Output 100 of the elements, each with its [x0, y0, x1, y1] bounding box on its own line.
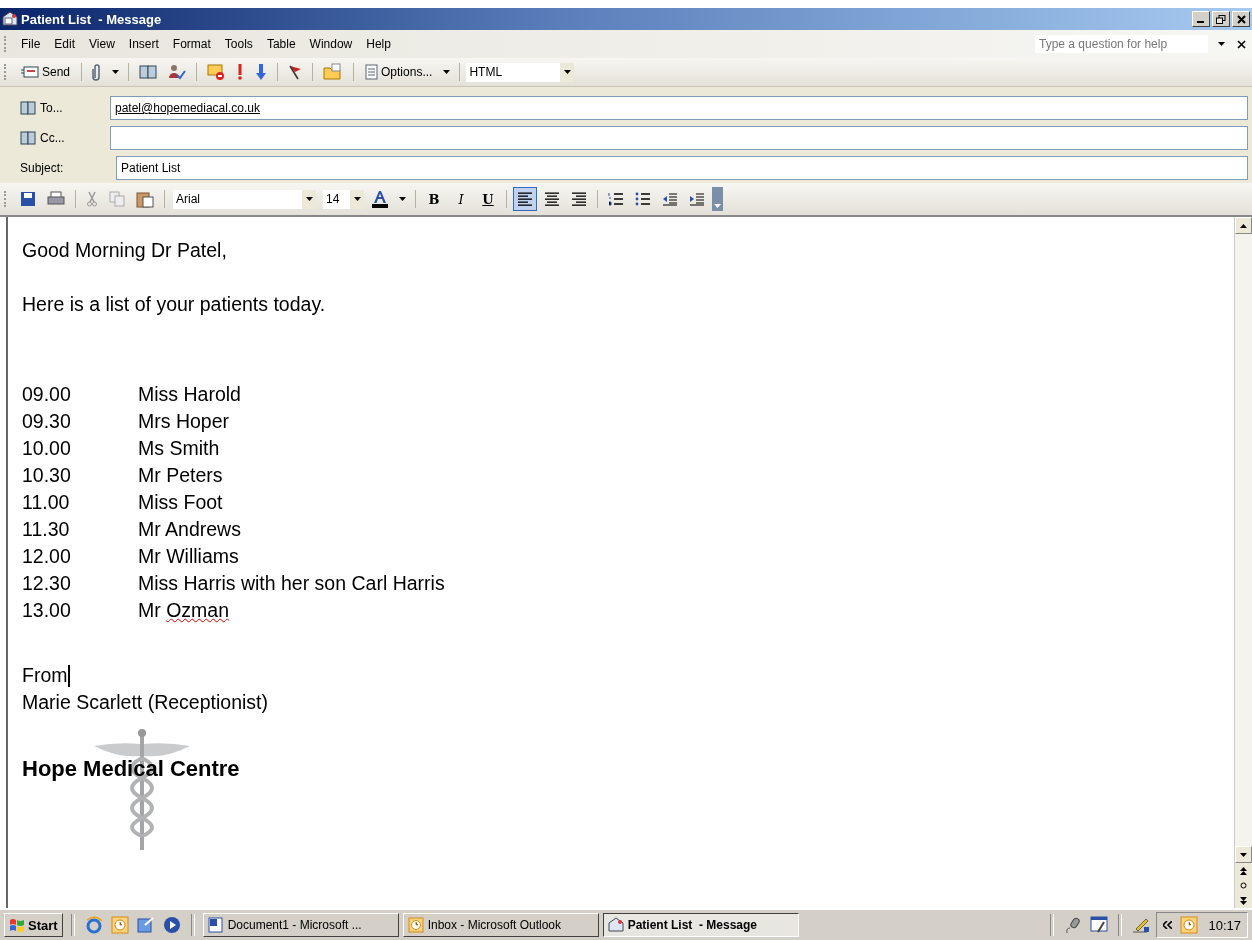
dropdown-arrow-icon[interactable]: [1218, 42, 1225, 46]
menu-item[interactable]: Help: [360, 35, 397, 53]
microphone-icon[interactable]: [1064, 916, 1083, 934]
menu-item[interactable]: Insert: [122, 35, 165, 53]
printer-icon: [47, 191, 65, 207]
format-dropdown[interactable]: HTML: [466, 62, 575, 82]
menu-item[interactable]: Window: [303, 35, 359, 53]
previous-page-icon: [1240, 866, 1247, 875]
align-button[interactable]: [513, 187, 537, 211]
document-icon: [365, 64, 379, 80]
numbered-list-icon: [608, 192, 624, 206]
windows-logo-icon: [9, 918, 25, 932]
copy-icon: [109, 191, 125, 207]
menu-item[interactable]: Table: [260, 35, 302, 53]
paperclip-icon: [92, 63, 103, 81]
envelope-icon: [207, 63, 226, 81]
menu-item[interactable]: Tools: [218, 35, 259, 53]
appointment-time: 09.00: [22, 383, 72, 406]
scissors-icon: [86, 191, 98, 207]
greeting-text: Good Morning Dr Patel,: [22, 238, 228, 263]
flag-icon: [288, 64, 303, 80]
send-button[interactable]: Send: [16, 60, 76, 84]
font-color-icon: [371, 190, 389, 208]
up-arrow-icon: [1240, 223, 1247, 228]
appointment-time: 11.30: [22, 518, 71, 541]
align-left-icon: [517, 192, 533, 206]
dropdown-arrow-icon[interactable]: [399, 197, 406, 201]
address-button[interactable]: Cc...: [14, 127, 110, 149]
appointment-time: 12.30: [22, 572, 72, 595]
bold-button[interactable]: B: [422, 187, 446, 211]
patient-name: Miss Harold: [138, 383, 241, 406]
outdent-icon: [662, 192, 678, 206]
signature-text: Marie Scarlett (Receptionist): [22, 690, 269, 715]
browse-object-icon: [1240, 882, 1247, 889]
menu-item[interactable]: File: [15, 35, 47, 53]
taskbar-button[interactable]: Inbox - Microsoft Outlook: [402, 913, 599, 937]
address-button[interactable]: To...: [14, 97, 110, 119]
person-check-icon: [168, 63, 187, 81]
menu-item[interactable]: Format: [166, 35, 217, 53]
dropdown-arrow-icon: [305, 197, 313, 201]
menu-item[interactable]: View: [83, 35, 121, 53]
clipboard-icon: [136, 190, 154, 208]
appointment-time: 12.00: [22, 545, 72, 568]
help-search-field[interactable]: Type a question for help: [1035, 35, 1208, 53]
appointment-time: 10.00: [22, 437, 72, 460]
text-cursor: [67, 664, 70, 687]
desktop-icon[interactable]: [136, 916, 155, 934]
body-text: Here is a list of your patients today.: [22, 292, 327, 317]
folder-icon: [323, 63, 344, 81]
close-button[interactable]: [1232, 11, 1250, 27]
book-icon: [20, 101, 36, 115]
handwriting-icon[interactable]: [1132, 916, 1151, 934]
vertical-scrollbar[interactable]: [1234, 217, 1252, 908]
taskbar-button[interactable]: Document1 - Microsoft ...: [202, 913, 399, 937]
language-bar-icon[interactable]: [1090, 916, 1109, 934]
start-button[interactable]: Start: [4, 913, 63, 937]
patient-name: Ms Smith: [138, 437, 220, 460]
organisation-name: Hope Medical Centre: [22, 756, 240, 782]
font-dropdown[interactable]: Arial: [173, 189, 316, 209]
font-size-dropdown[interactable]: 14: [323, 189, 364, 209]
field-label: Subject:: [19, 161, 65, 175]
next-page-icon: [1240, 896, 1247, 905]
patient-name: Miss Harris with her son Carl Harris: [138, 572, 445, 595]
underline-button[interactable]: U: [476, 187, 500, 211]
chevron-icon: [714, 202, 721, 208]
media-player-icon[interactable]: [162, 916, 181, 934]
indent-icon: [689, 192, 705, 206]
down-arrow-icon: [255, 63, 268, 81]
appointment-time: 13.00: [22, 599, 72, 622]
clock-icon: [407, 917, 424, 933]
header-field[interactable]: Patient List: [116, 156, 1248, 180]
menu-item[interactable]: Edit: [48, 35, 82, 53]
dropdown-arrow-icon[interactable]: [112, 70, 120, 74]
show-hidden-icons-button[interactable]: [1161, 921, 1175, 929]
appointment-time: 10.30: [22, 464, 72, 487]
italic-button[interactable]: I: [449, 187, 473, 211]
toolbar-options-button[interactable]: [712, 187, 723, 211]
envelope-icon: [21, 66, 39, 78]
header-field[interactable]: [110, 126, 1248, 150]
restore-button[interactable]: [1212, 11, 1230, 27]
options-button[interactable]: Options...: [360, 60, 438, 84]
header-field[interactable]: patel@hopemediacal.co.uk: [110, 96, 1248, 120]
browser-icon[interactable]: [84, 916, 103, 934]
patient-name: Mr Ozman: [138, 599, 229, 622]
patient-name: Mrs Hoper: [138, 410, 230, 433]
exclamation-icon: [236, 63, 245, 81]
taskbar-clock: 10:17: [1208, 917, 1241, 933]
book-icon: [139, 64, 158, 80]
patient-name: Miss Foot: [138, 491, 223, 514]
signature-text: From: [22, 663, 68, 688]
appointment-time: 09.30: [22, 410, 72, 433]
book-icon: [20, 131, 36, 145]
bulleted-list-icon: [635, 192, 651, 206]
dropdown-arrow-icon[interactable]: [443, 70, 451, 74]
close-icon[interactable]: [1237, 39, 1246, 49]
taskbar-button[interactable]: Patient List - Message: [602, 913, 799, 937]
patient-name: Mr Peters: [138, 464, 223, 487]
patient-name: Mr Williams: [138, 545, 239, 568]
minimize-button[interactable]: [1192, 11, 1210, 27]
document-icon: [207, 917, 224, 933]
